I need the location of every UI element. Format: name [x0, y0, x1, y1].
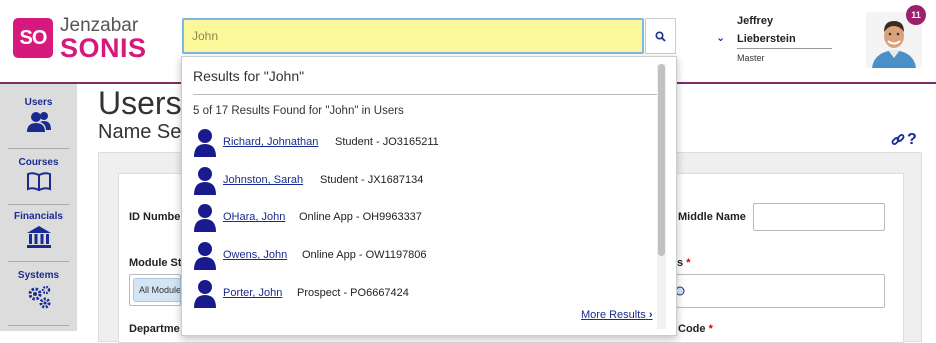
- user-first-name[interactable]: Jeffrey: [737, 15, 773, 27]
- book-icon: [26, 172, 51, 191]
- result-name-link[interactable]: Owens, John: [223, 249, 287, 261]
- search-input[interactable]: John: [182, 18, 644, 54]
- department-label: Departme: [129, 323, 180, 335]
- result-description: Prospect - PO6667424: [297, 287, 409, 299]
- result-item[interactable]: OHara, John Online App - OH9963337: [193, 202, 653, 232]
- right-select-field[interactable]: [675, 274, 885, 308]
- logo-name-bottom: SONIS: [60, 33, 147, 63]
- sidebar-divider: [8, 148, 69, 149]
- module-status-label: Module St: [129, 257, 182, 269]
- user-role: Master: [737, 53, 765, 63]
- sidebar-divider: [8, 204, 69, 205]
- module-status-chip[interactable]: All Module: [133, 278, 181, 302]
- sidebar-item-users[interactable]: Users: [0, 97, 77, 133]
- user-last-name[interactable]: Lieberstein: [737, 33, 796, 45]
- middle-name-field[interactable]: [753, 203, 885, 231]
- person-icon: [194, 129, 216, 157]
- bank-icon: [26, 226, 51, 248]
- sidebar-item-systems[interactable]: Systems: [0, 270, 77, 310]
- results-divider: [193, 94, 657, 95]
- result-item[interactable]: Johnston, Sarah Student - JX1687134: [193, 165, 653, 195]
- sidebar-item-label: Financials: [14, 211, 63, 222]
- result-name-link[interactable]: Richard, Johnathan: [223, 136, 318, 148]
- right-field-label: s *: [677, 257, 690, 269]
- result-name-link[interactable]: Johnston, Sarah: [223, 174, 303, 186]
- sidebar-item-label: Courses: [18, 157, 59, 168]
- sidebar-item-financials[interactable]: Financials: [0, 211, 77, 249]
- result-item[interactable]: Richard, Johnathan Student - JO3165211: [193, 127, 653, 157]
- result-description: Online App - OW1197806: [302, 249, 427, 261]
- result-name-link[interactable]: Porter, John: [223, 287, 282, 299]
- chevron-right-icon: ›: [648, 309, 653, 321]
- gears-icon: [28, 285, 50, 309]
- link-icon[interactable]: [891, 133, 905, 150]
- result-description: Student - JX1687134: [320, 174, 424, 186]
- sidebar-divider: [8, 325, 69, 326]
- required-marker: *: [686, 257, 691, 269]
- page-subtitle: Name Se: [98, 121, 182, 143]
- search-icon: [655, 31, 666, 42]
- results-count: 5 of 17 Results Found for "John" in User…: [193, 105, 404, 117]
- code-label-text: Code: [678, 323, 706, 335]
- page-title: Users: [98, 85, 182, 121]
- person-icon: [194, 242, 216, 270]
- middle-name-label: Middle Name: [678, 211, 746, 223]
- result-description: Student - JO3165211: [335, 136, 439, 148]
- user-menu-chevron-icon[interactable]: ⌄: [716, 31, 725, 44]
- more-results-link[interactable]: More Results ›: [581, 309, 653, 321]
- results-title: Results for "John": [193, 68, 305, 84]
- users-icon: [26, 112, 51, 132]
- person-icon: [194, 280, 216, 308]
- result-description: Online App - OH9963337: [299, 211, 422, 223]
- person-icon: [194, 167, 216, 195]
- result-name-link[interactable]: OHara, John: [223, 211, 285, 223]
- person-icon: [194, 204, 216, 232]
- result-item[interactable]: Owens, John Online App - OW1197806: [193, 240, 653, 270]
- sidebar-item-label: Users: [24, 97, 53, 108]
- logo-mark[interactable]: SO: [13, 18, 53, 58]
- sidebar-item-label: Systems: [17, 270, 60, 281]
- user-divider: [737, 48, 832, 49]
- result-item[interactable]: Porter, John Prospect - PO6667424: [193, 278, 653, 308]
- results-scrollbar-thumb[interactable]: [658, 64, 665, 256]
- right-field-label-text: s: [677, 257, 684, 269]
- notification-badge[interactable]: 11: [906, 5, 926, 25]
- id-number-label: ID Number: [129, 211, 185, 223]
- help-icon[interactable]: ?: [907, 131, 917, 149]
- required-marker: *: [708, 323, 713, 335]
- code-label: Code *: [678, 323, 713, 335]
- sidebar-item-courses[interactable]: Courses: [0, 157, 77, 191]
- sidebar-divider: [8, 261, 69, 262]
- more-results-label: More Results: [581, 309, 646, 321]
- search-button[interactable]: [645, 18, 676, 54]
